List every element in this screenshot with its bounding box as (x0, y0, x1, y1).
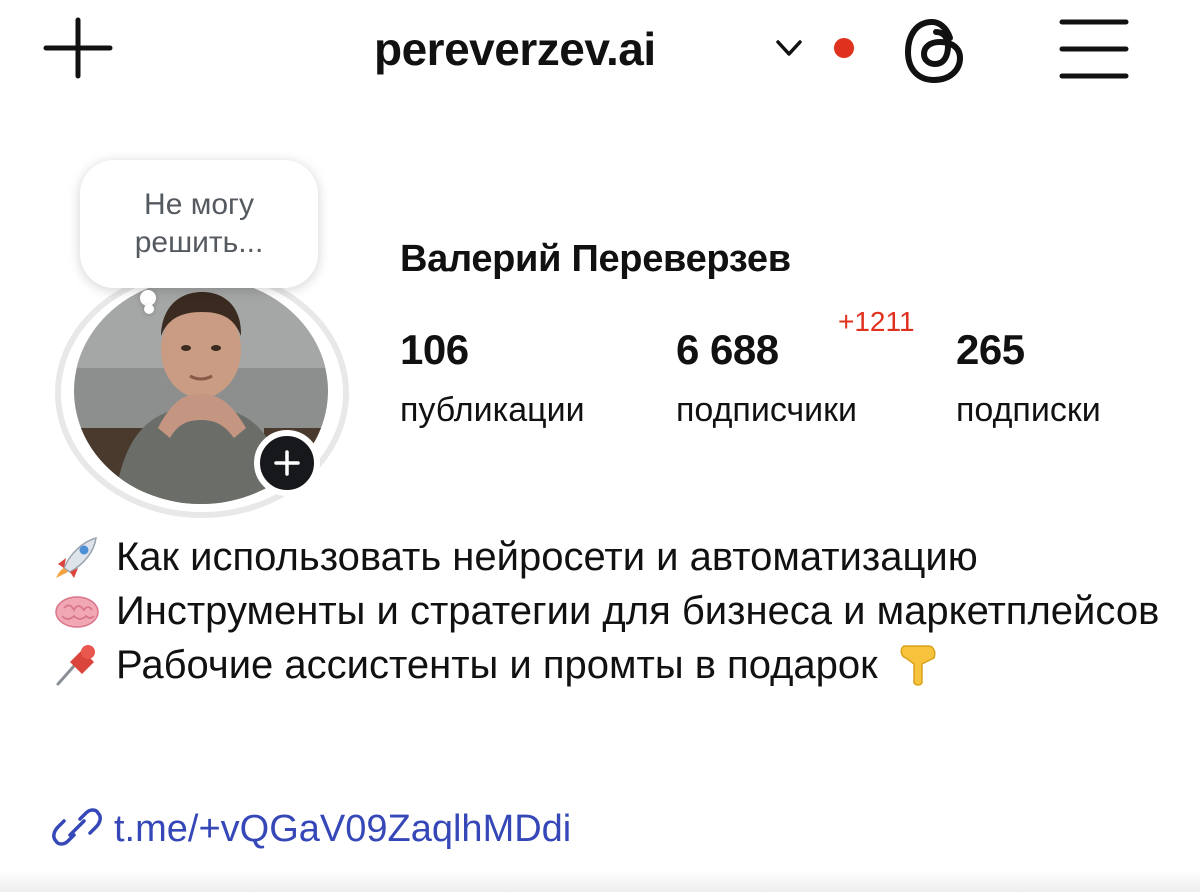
pushpin-icon (52, 642, 102, 686)
plus-icon (260, 436, 314, 490)
bio: Как использовать нейросети и автоматизац… (52, 530, 1172, 692)
note-bubble-tail-small (144, 304, 154, 314)
threads-button[interactable] (898, 14, 972, 88)
bio-line: Инструменты и стратегии для бизнеса и ма… (52, 584, 1172, 638)
hamburger-menu-icon (1056, 16, 1132, 82)
bottom-divider (0, 870, 1200, 892)
following-label[interactable]: подписки (956, 390, 1101, 430)
bio-line3-text: Рабочие ассистенты и промты в подарок (116, 643, 878, 687)
brain-icon (52, 588, 102, 632)
profile-full-name: Валерий Переверзев (400, 238, 791, 280)
bio-line: Как использовать нейросети и автоматизац… (52, 530, 1172, 584)
bio-link[interactable]: t.me/+vQGaV09ZaqlhMDdi (52, 802, 571, 856)
bio-link-text[interactable]: t.me/+vQGaV09ZaqlhMDdi (114, 808, 571, 850)
menu-button[interactable] (1056, 16, 1132, 82)
following-count[interactable]: 265 (956, 326, 1025, 374)
account-username[interactable]: pereverzev.ai (374, 22, 656, 76)
bio-line1-text: Как использовать нейросети и автоматизац… (116, 535, 978, 579)
note-text: Не могу решить... (134, 188, 264, 259)
bio-line: Рабочие ассистенты и промты в подарок (52, 638, 1172, 692)
followers-count[interactable]: 6 688 (676, 326, 779, 374)
posts-label[interactable]: публикации (400, 390, 585, 430)
switch-account-button[interactable] (772, 34, 806, 62)
followers-label[interactable]: подписчики (676, 390, 857, 430)
rocket-icon (52, 534, 102, 578)
new-post-button[interactable] (40, 16, 116, 80)
bio-line2-text: Инструменты и стратегии для бизнеса и ма… (116, 589, 1160, 633)
chevron-down-icon (772, 34, 806, 62)
link-icon (52, 805, 102, 849)
notification-dot (834, 38, 854, 58)
add-story-button[interactable] (254, 430, 320, 496)
posts-count[interactable]: 106 (400, 326, 469, 374)
followers-delta-badge: +1211 (838, 306, 915, 337)
threads-icon (898, 14, 972, 88)
plus-icon (40, 16, 116, 80)
pointing-down-icon (892, 642, 942, 686)
